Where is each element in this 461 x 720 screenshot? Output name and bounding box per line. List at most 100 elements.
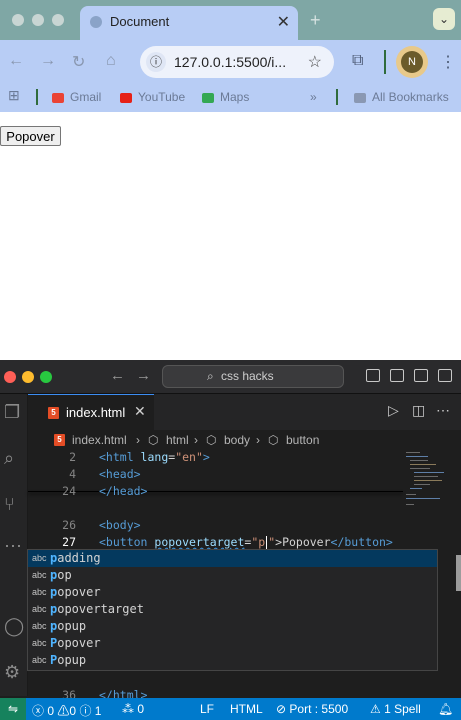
live-server-status[interactable]: ⊘ Port : 5500	[276, 702, 348, 716]
breadcrumb-file[interactable]: index.html	[72, 433, 127, 447]
run-icon[interactable]: ▷	[388, 402, 399, 419]
remote-indicator-icon[interactable]: ⇋	[0, 698, 26, 720]
more-menu-icon[interactable]: ⋮	[440, 52, 456, 72]
vertical-scrollbar[interactable]	[456, 555, 461, 591]
tab-index-html[interactable]: 5 index.html ✕	[28, 394, 154, 430]
minimap-line	[410, 468, 430, 469]
explorer-icon[interactable]: ❐	[4, 402, 20, 423]
bookmark-gmail[interactable]: Gmail	[52, 90, 101, 104]
minimap[interactable]	[404, 450, 448, 530]
breadcrumb-body[interactable]: body	[224, 433, 250, 447]
status-bar: ⇋ ⓧ 0 ⚠0 ⓘ 1 ⁂ 0 LF HTML ⊘ Port : 5500 ⚠…	[0, 698, 461, 720]
window-close-button[interactable]	[12, 14, 24, 26]
window-minimize-button[interactable]	[32, 14, 44, 26]
search-icon[interactable]: ⌕	[4, 448, 14, 469]
text-suggestion-icon: abc	[32, 638, 47, 648]
vscode-zoom-button[interactable]	[40, 371, 52, 383]
code-line: </head>	[99, 484, 148, 498]
settings-gear-icon[interactable]: ⚙	[4, 662, 20, 683]
bookmark-youtube[interactable]: YouTube	[120, 90, 185, 104]
breadcrumb-separator: ›	[136, 433, 140, 447]
tab-close-icon[interactable]: ✕	[134, 403, 146, 420]
eol-status[interactable]: LF	[200, 702, 214, 716]
text-suggestion-icon: abc	[32, 570, 47, 580]
line-number: 4	[69, 467, 76, 481]
maps-icon	[202, 92, 214, 103]
breadcrumb-button[interactable]: button	[286, 433, 319, 447]
notifications-bell-icon[interactable]: 🔔︎	[438, 702, 453, 716]
avatar-initial: N	[401, 51, 423, 73]
editor-more-icon[interactable]: ⋯	[436, 402, 450, 419]
toolbar-divider	[384, 50, 386, 74]
minimap-line	[406, 452, 420, 453]
problems-status[interactable]: ⓧ 0 ⚠0 ⓘ 1	[32, 702, 101, 719]
suggestion-item[interactable]: abc popovertarget	[28, 601, 437, 618]
minimap-line	[410, 460, 428, 461]
text-suggestion-icon: abc	[32, 621, 47, 631]
warning-icon: ⚠	[57, 704, 70, 718]
forward-arrow-icon[interactable]: →	[40, 52, 56, 70]
suggestion-item[interactable]: abc popover	[28, 584, 437, 601]
account-icon[interactable]: ◯	[4, 616, 24, 637]
toggle-primary-sidebar-icon[interactable]	[366, 369, 380, 382]
popover-button[interactable]: Popover	[0, 126, 61, 146]
page-content: Popover	[0, 112, 461, 360]
source-control-icon[interactable]: ⑂	[4, 494, 15, 515]
code-line-active: <button popovertarget="p ">Popover</butto…	[99, 535, 393, 549]
more-views-icon[interactable]: ⋯	[4, 536, 22, 557]
folder-icon	[354, 92, 366, 103]
ports-status[interactable]: ⁂ 0	[122, 702, 144, 716]
profile-avatar[interactable]: N	[396, 46, 428, 78]
bookmarks-overflow-icon[interactable]: »	[310, 90, 317, 104]
suggestion-item[interactable]: abc padding	[28, 550, 437, 567]
vscode-minimize-button[interactable]	[22, 371, 34, 383]
site-info-icon[interactable]: ⓘ	[146, 52, 166, 72]
extensions-puzzle-icon[interactable]: ⧉	[352, 52, 363, 70]
bookmarks-divider	[36, 89, 38, 105]
minimap-line	[414, 484, 430, 485]
apps-grid-icon[interactable]: ⊞	[8, 87, 20, 104]
tab-search-chevron-icon[interactable]: ⌄	[433, 8, 455, 30]
suggestion-item[interactable]: abc popup	[28, 618, 437, 635]
vscode-forward-icon[interactable]: →	[136, 367, 151, 384]
suggestion-item[interactable]: abc Popover	[28, 635, 437, 652]
address-url: 127.0.0.1:5500/i...	[174, 54, 287, 70]
bookmark-maps[interactable]: Maps	[202, 90, 249, 104]
warning-icon: ⚠	[370, 702, 381, 716]
language-status[interactable]: HTML	[230, 702, 263, 716]
vscode-close-button[interactable]	[4, 371, 16, 383]
bookmarks-bar: ⊞ Gmail YouTube Maps » All Bookmarks	[0, 84, 461, 112]
home-icon[interactable]: ⌂	[106, 52, 116, 70]
minimap-line	[406, 456, 428, 457]
bookmark-star-icon[interactable]: ☆	[308, 52, 322, 72]
vscode-back-icon[interactable]: ←	[110, 367, 125, 384]
suggestion-item[interactable]: abc Popup	[28, 652, 437, 669]
all-bookmarks[interactable]: All Bookmarks	[354, 90, 449, 104]
window-zoom-button[interactable]	[52, 14, 64, 26]
reload-icon[interactable]: ↻	[72, 52, 85, 72]
minimap-line	[406, 504, 414, 505]
customize-layout-icon[interactable]	[438, 369, 452, 382]
html5-file-icon: 5	[48, 407, 59, 419]
new-tab-button[interactable]: +	[310, 10, 321, 31]
text-suggestion-icon: abc	[32, 553, 47, 563]
globe-icon	[90, 16, 102, 28]
breadcrumb-html[interactable]: html	[166, 433, 189, 447]
suggestion-item[interactable]: abc pop	[28, 567, 437, 584]
spell-status[interactable]: ⚠ 1 Spell	[370, 702, 421, 716]
minimap-line	[406, 498, 440, 499]
code-line: <body>	[99, 518, 141, 532]
browser-tab[interactable]: Document ✕	[80, 6, 298, 40]
minimap-line	[410, 488, 422, 489]
text-suggestion-icon: abc	[32, 587, 47, 597]
command-center[interactable]: ⌕ css hacks	[162, 365, 344, 388]
split-editor-icon[interactable]: ◫	[412, 402, 425, 419]
breadcrumb: 5 index.html › ⬡ html › ⬡ body › ⬡ butto…	[28, 430, 461, 450]
toggle-secondary-sidebar-icon[interactable]	[414, 369, 428, 382]
back-arrow-icon[interactable]: ←	[8, 52, 24, 70]
minimap-line	[406, 494, 416, 495]
breadcrumb-separator: ›	[194, 433, 198, 447]
address-bar[interactable]: ⓘ 127.0.0.1:5500/i... ☆	[140, 46, 334, 78]
tab-close-icon[interactable]: ✕	[277, 12, 290, 32]
toggle-panel-icon[interactable]	[390, 369, 404, 382]
